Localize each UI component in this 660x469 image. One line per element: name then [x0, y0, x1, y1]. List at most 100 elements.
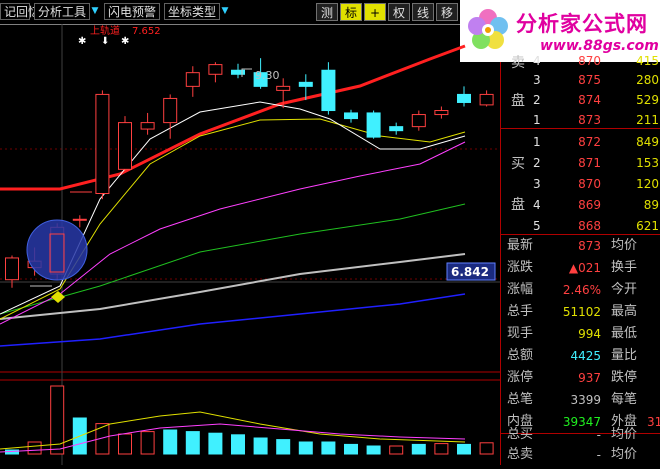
order-volume: 153 [636, 156, 659, 170]
mark-button[interactable]: 标 [340, 3, 362, 21]
total-sell-label: 总卖 [507, 447, 534, 462]
volume-bar [321, 441, 336, 455]
band-legend-value: 7.652 [132, 26, 161, 37]
candle-body [118, 122, 132, 170]
volume-bar [231, 434, 245, 455]
volume-bar [163, 429, 178, 455]
highlight-circle [26, 219, 88, 281]
total-trades-value: 3399 [570, 393, 601, 407]
volume-bar [389, 445, 404, 455]
level-value: 6.842 [451, 265, 489, 279]
order-price: 872 [578, 135, 601, 149]
kline-svg[interactable]: 6.842 9.30 上轨道 7.652 ✱ ⬇ ✱ [0, 24, 500, 465]
change-value: ▲021 [568, 261, 601, 275]
amount-value: 4425 [570, 349, 601, 363]
change-label: 涨跌 [507, 260, 534, 275]
flash-alert-button[interactable]: 闪电预警 [104, 3, 160, 20]
quote-row-total-buy: 总买 - 均价 [501, 424, 660, 446]
quote-row-total-sell: 总卖 - 均价 [501, 444, 660, 466]
candle-body [389, 126, 404, 132]
turnover-label: 换手 [611, 260, 638, 275]
coord-type-button[interactable]: 坐标类型 [164, 3, 220, 20]
volume-bar [276, 439, 291, 455]
latest-value: 873 [578, 239, 601, 253]
low-label: 最低 [611, 326, 638, 341]
moving-average-lines [0, 44, 466, 347]
arrow-marker-icon: ⬇ [101, 36, 109, 47]
quote-row-latest: 最新 873 均价 [501, 235, 660, 257]
rights-button[interactable]: 权 [388, 3, 410, 21]
memory-button[interactable]: 记回忆 [0, 3, 40, 20]
order-level: 3 [533, 177, 541, 191]
volume-bar [118, 433, 132, 455]
volume-bar [411, 443, 426, 455]
sell-order-row: 2 874 529 [501, 89, 660, 111]
order-volume: 120 [636, 177, 659, 191]
buy-order-row: 4 869 89 [501, 194, 660, 216]
quote-row-change: 涨跌 ▲021 换手 [501, 257, 660, 279]
volume-bar [479, 442, 494, 455]
open-label: 今开 [611, 282, 638, 297]
latest-label: 最新 [507, 238, 534, 253]
quote-row-trades: 总笔 3399 每笔 [501, 389, 660, 411]
upper-band-line [0, 44, 466, 191]
order-level: 2 [533, 156, 541, 170]
avg-label: 均价 [611, 238, 638, 253]
quote-row-current-hand: 现手 994 最低 [501, 323, 660, 345]
order-price: 875 [578, 73, 601, 87]
buy-order-row: 1 872 849 [501, 131, 660, 153]
order-level: 1 [533, 135, 541, 149]
order-level: 3 [533, 73, 541, 87]
sell-order-row: 3 875 280 [501, 69, 660, 91]
order-level: 4 [533, 198, 541, 212]
limit-down-label: 跌停 [611, 370, 638, 385]
total-buy-label: 总买 [507, 427, 534, 442]
candle-body [344, 112, 358, 120]
ma120-line [0, 293, 466, 347]
peak-label: 9.30 [255, 69, 280, 82]
plus-button[interactable]: + [364, 3, 386, 21]
logo-text: 分析家公式网 [516, 12, 648, 36]
candle-body [140, 122, 155, 130]
quote-row-amount: 总额 4425 量比 [501, 345, 660, 367]
volume-bar [344, 443, 358, 455]
candle-body [208, 64, 223, 75]
move-button[interactable]: 移 [436, 3, 458, 21]
total-hand-value: 51102 [562, 305, 601, 319]
volume-bar [27, 441, 42, 455]
order-volume: 280 [636, 73, 659, 87]
star-marker-icon: ✱ [121, 36, 129, 47]
measure-button[interactable]: 测 [316, 3, 338, 21]
buy-avg-label: 均价 [611, 427, 638, 442]
high-label: 最高 [611, 304, 638, 319]
coord-type-dropdown-icon[interactable]: ▼ [220, 4, 230, 19]
quote-row-limit: 涨停 937 跌停 [501, 367, 660, 389]
order-price: 870 [578, 177, 601, 191]
quote-row-total-hand: 总手 51102 最高 [501, 301, 660, 323]
buy-order-row: 3 870 120 [501, 173, 660, 195]
candle-body [321, 69, 336, 112]
volume-bar [434, 443, 449, 455]
amount-label: 总额 [507, 348, 534, 363]
volume-bar [208, 432, 223, 455]
line-button[interactable]: 线 [412, 3, 434, 21]
candle-body [434, 110, 449, 116]
order-price: 869 [578, 198, 601, 212]
analysis-tools-button[interactable]: 分析工具 [34, 3, 90, 20]
current-hand-label: 现手 [507, 326, 534, 341]
per-trade-label: 每笔 [611, 392, 638, 407]
order-volume: 529 [636, 93, 659, 107]
candle-body [72, 218, 87, 221]
volume-bar [140, 431, 155, 455]
candle-body [231, 69, 245, 75]
quote-row-pct: 涨幅 2.46% 今开 [501, 279, 660, 301]
kline-chart[interactable]: 6.842 9.30 上轨道 7.652 ✱ ⬇ ✱ [0, 24, 500, 465]
candle-body [276, 85, 291, 91]
limit-up-label: 涨停 [507, 370, 534, 385]
order-price: 871 [578, 156, 601, 170]
candle-body [298, 81, 313, 87]
order-volume: 849 [636, 135, 659, 149]
analysis-tools-dropdown-icon[interactable]: ▼ [90, 4, 100, 19]
vol-ratio-label: 量比 [611, 348, 638, 363]
candle-body [411, 114, 426, 128]
